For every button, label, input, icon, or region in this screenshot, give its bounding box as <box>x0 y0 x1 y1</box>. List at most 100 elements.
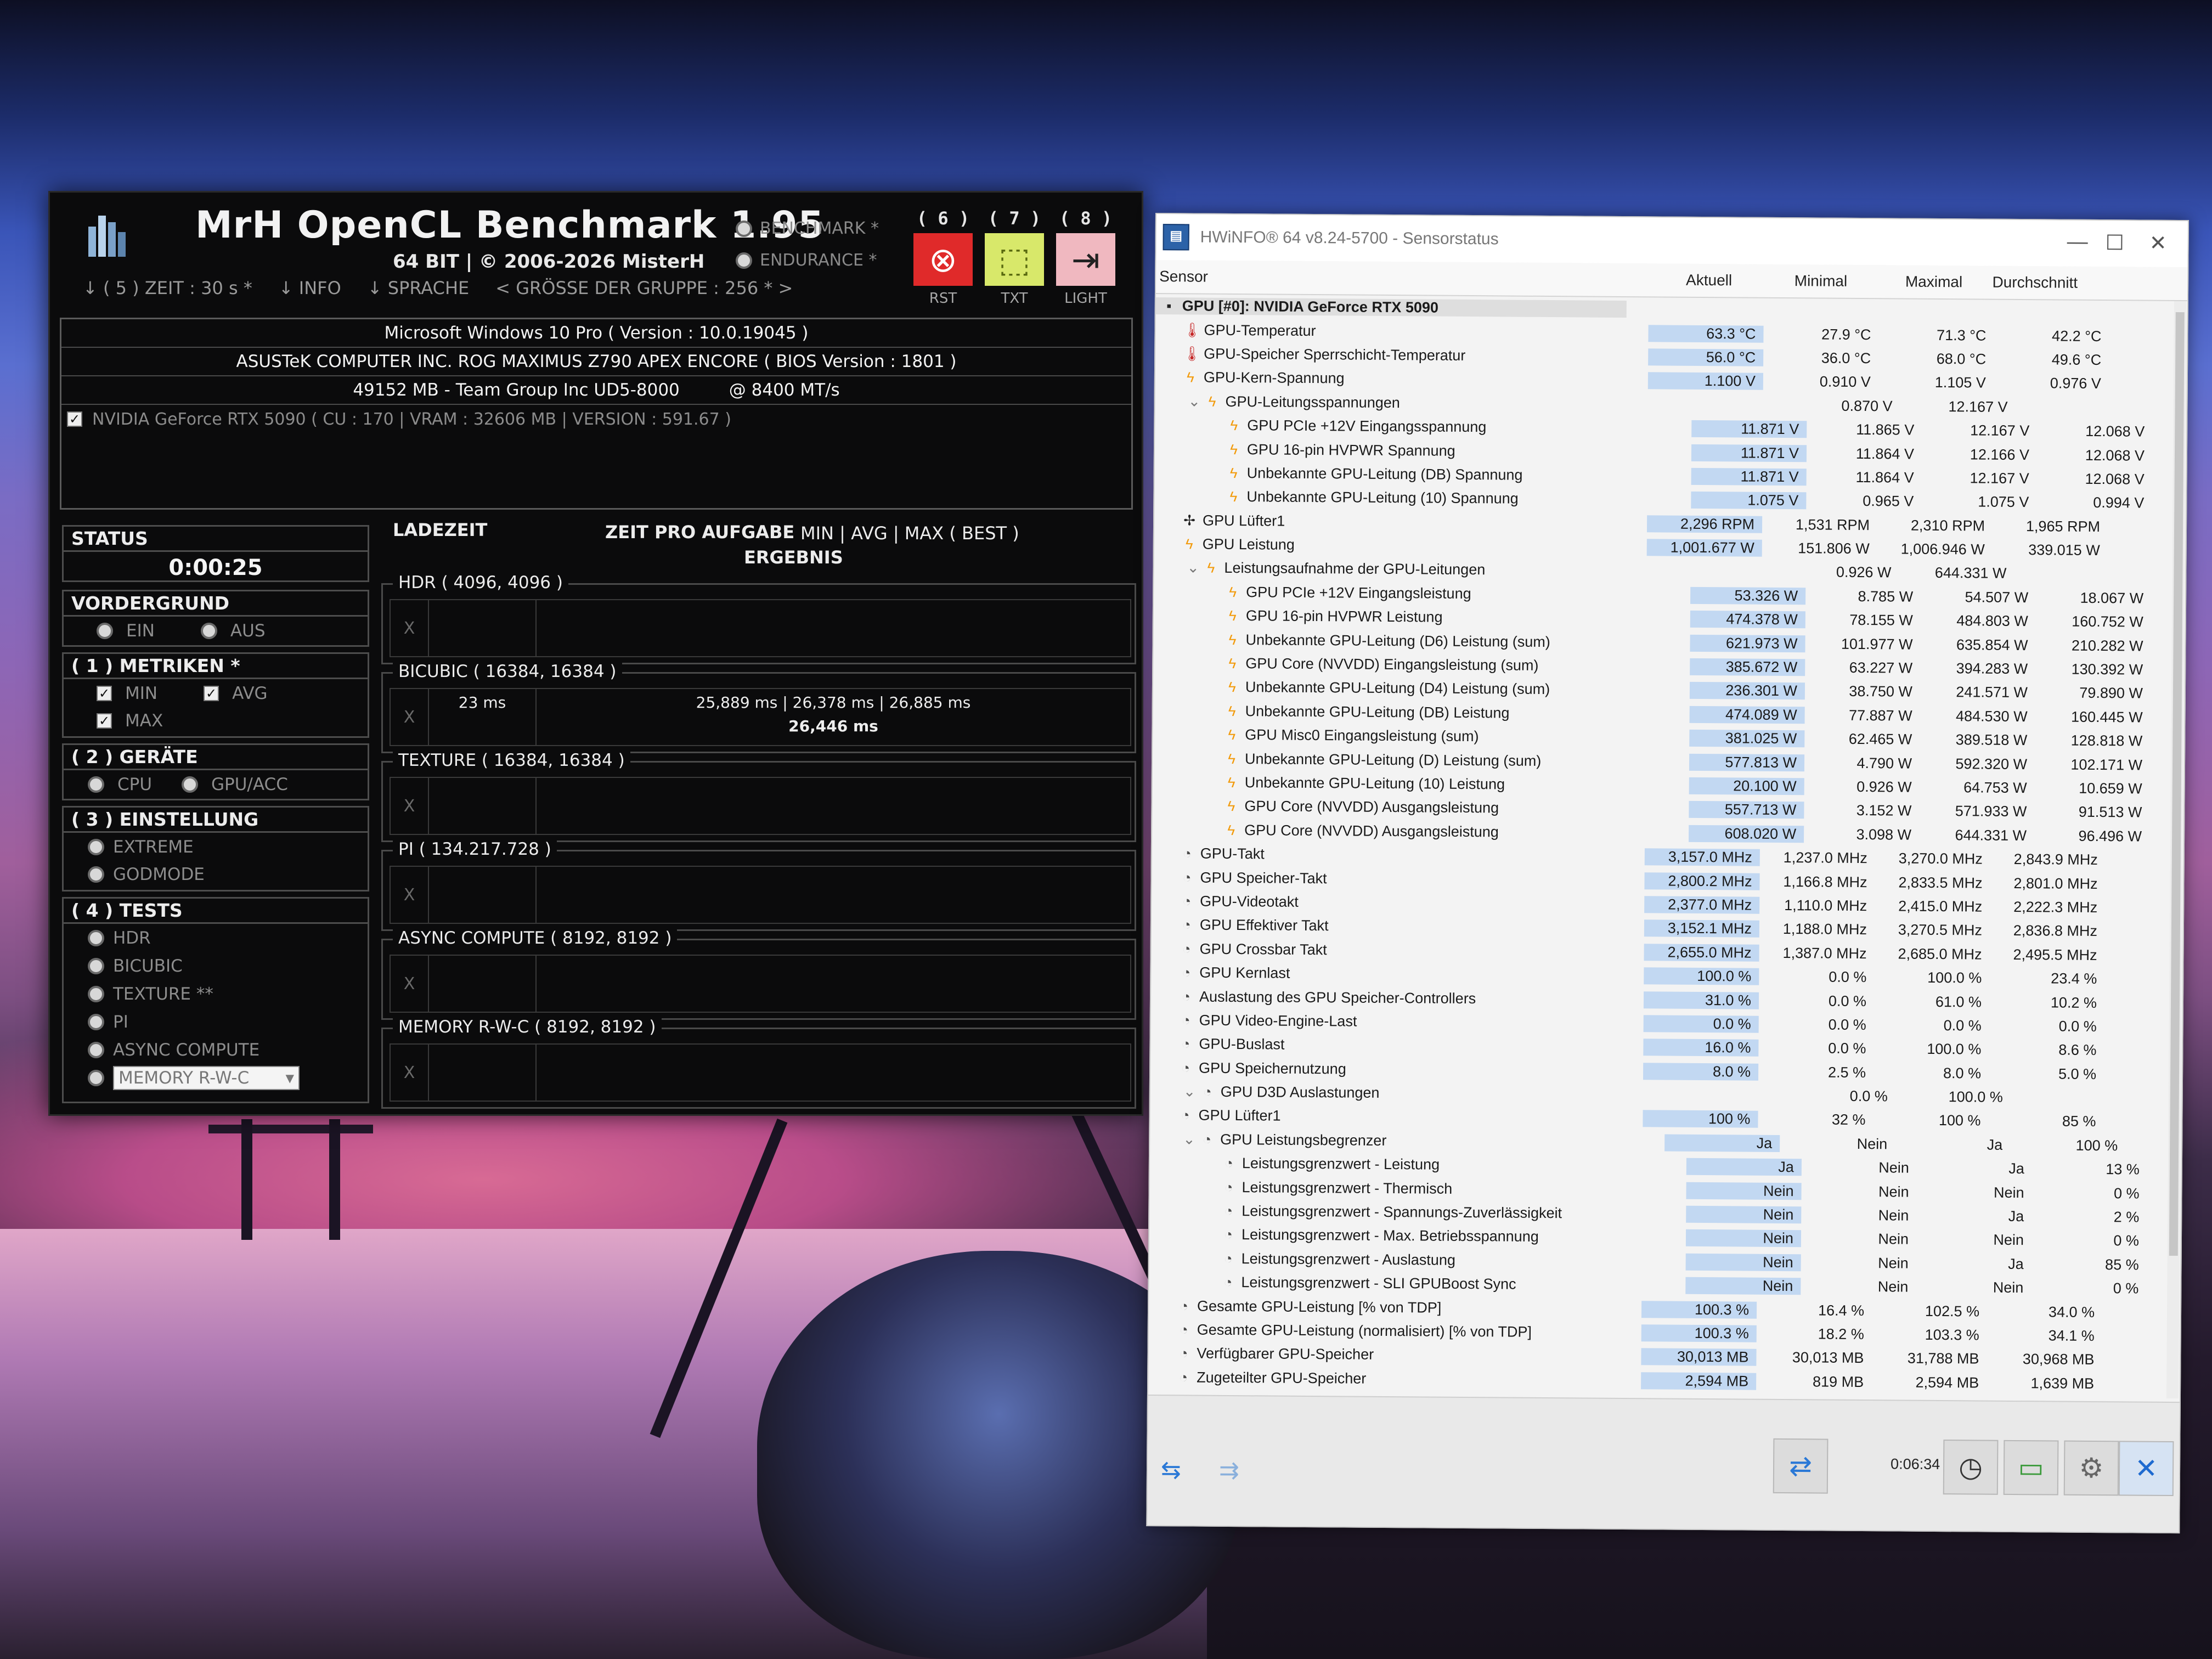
reset-button-caption: RST <box>929 290 957 307</box>
col-avg[interactable]: Durchschnitt <box>1970 266 2085 299</box>
test-async[interactable]: ASYNC COMPUTE <box>64 1036 368 1064</box>
nav-collapse-icon[interactable]: ⇉ <box>1219 1457 1239 1485</box>
task-hdr-x[interactable]: X <box>391 600 429 656</box>
max-value: 2,415.0 MHz <box>1898 898 1983 915</box>
expand-chevron-icon[interactable]: ⌄ <box>1156 297 1161 314</box>
foreground-on-radio[interactable] <box>97 623 113 639</box>
system-info-panel: Microsoft Windows 10 Pro ( Version : 10.… <box>60 318 1133 510</box>
extreme-radio[interactable] <box>88 839 104 855</box>
gear-icon[interactable]: ⚙ <box>2063 1440 2119 1496</box>
avg-value: 49.6 °C <box>2051 351 2102 369</box>
test-memory-select[interactable]: MEMORY R-W-C ▾ <box>113 1065 300 1090</box>
close-icon[interactable]: ✕ <box>2149 231 2167 256</box>
maximize-icon[interactable]: ☐ <box>2106 230 2124 255</box>
report-icon[interactable]: ▭ <box>2003 1440 2059 1496</box>
metrics-group: ( 1 ) METRIKEN * ✓ MIN ✓ AVG ✓ MAX <box>62 652 369 738</box>
test-pi-radio[interactable] <box>88 1013 104 1030</box>
expand-chevron-icon[interactable]: ⌄ <box>1188 393 1204 410</box>
menu-time[interactable]: ↓ ( 5 ) ZEIT : 30 s * <box>83 278 252 298</box>
reset-button[interactable]: ( 6 ) ⊗ RST <box>911 208 975 307</box>
col-current[interactable]: Aktuell <box>1624 263 1740 297</box>
col-max[interactable]: Maximal <box>1855 265 1970 298</box>
current-value: 1,001.677 W <box>1646 539 1762 557</box>
max-value: 1.075 V <box>1978 493 2029 511</box>
sensor-name: GPU-Speicher Sperrschicht-Temperatur <box>1204 345 1466 364</box>
device-gpu-radio[interactable] <box>182 776 199 793</box>
current-value: Nein <box>1686 1205 1802 1224</box>
test-bicubic-radio[interactable] <box>88 957 104 974</box>
sensor-table-body: ⌄ ▪ GPU [#0]: NVIDIA GeForce RTX 5090 🌡 GPU-… <box>1148 294 2176 1398</box>
min-value: 62.465 W <box>1848 731 1912 748</box>
setting-godmode[interactable]: GODMODE <box>64 861 368 888</box>
test-pi[interactable]: PI <box>64 1008 368 1036</box>
minimize-icon[interactable]: — <box>2067 230 2088 254</box>
txt-button[interactable]: ( 7 ) ⬚ TXT <box>983 208 1046 307</box>
setting-extreme[interactable]: EXTREME <box>64 833 368 861</box>
nav-arrows-icon[interactable]: ⇆ <box>1161 1456 1181 1484</box>
light-button[interactable]: ( 8 ) ⇥ LIGHT <box>1054 208 1118 307</box>
test-texture-radio[interactable] <box>88 985 104 1002</box>
min-value: 77.887 W <box>1848 707 1912 724</box>
test-pi-label: PI <box>113 1012 128 1032</box>
min-value: 0.965 V <box>1863 493 1914 510</box>
task-pi-x[interactable]: X <box>391 867 429 923</box>
test-hdr-radio[interactable] <box>88 929 104 946</box>
metric-avg-checkbox[interactable]: ✓ <box>204 686 219 701</box>
test-bicubic[interactable]: BICUBIC <box>64 952 368 980</box>
memory-info-row: 49152 MB - Team Group Inc UD5-8000 @ 840… <box>61 376 1131 405</box>
pier-pole <box>329 1119 340 1240</box>
sensor-name-cell: ϟ GPU Core (NVVDD) Ausgangsleistung <box>1152 821 1689 842</box>
sensor-name-cell: ϟ GPU-Kern-Spannung <box>1155 369 1648 389</box>
expand-chevron-icon[interactable]: ⌄ <box>1183 1083 1200 1100</box>
pier-pole <box>241 1119 252 1240</box>
test-async-radio[interactable] <box>88 1041 104 1058</box>
test-memory-radio[interactable] <box>88 1069 104 1086</box>
col-min[interactable]: Minimal <box>1740 264 1855 297</box>
min-value <box>1742 310 1857 311</box>
network-icon[interactable]: ⇄ <box>1773 1438 1829 1494</box>
metric-min-checkbox[interactable]: ✓ <box>97 686 112 701</box>
gpu-device-row[interactable]: ✓ NVIDIA GeForce RTX 5090 ( CU : 170 | V… <box>61 405 1131 433</box>
menu-group-size[interactable]: < GRÖSSE DER GRUPPE : 256 * > <box>495 278 793 298</box>
foreground-off-radio[interactable] <box>200 623 217 639</box>
bolt-icon: ϟ <box>1228 702 1236 719</box>
test-hdr[interactable]: HDR <box>64 924 368 952</box>
test-texture[interactable]: TEXTURE ** <box>64 980 368 1008</box>
benchmark-radio[interactable] <box>736 220 752 237</box>
bolt-icon: ϟ <box>1228 631 1237 648</box>
clock-icon: ◔ <box>1224 1226 1233 1243</box>
foreground-off-label: AUS <box>230 621 266 641</box>
hwinfo-footer: ⇆ ⇉ ⇄ 0:06:34 ◷ ▭ ⚙ ✕ <box>1147 1394 2180 1533</box>
task-bicubic-x[interactable]: X <box>391 689 429 745</box>
expand-chevron-icon[interactable]: ⌄ <box>1183 1131 1199 1148</box>
godmode-radio[interactable] <box>88 866 104 883</box>
sensor-name-cell: ϟ GPU 16-pin HVPWR Leistung <box>1154 607 1690 628</box>
task-async-x[interactable]: X <box>391 956 429 1012</box>
task-bicubic-load: 23 ms <box>429 689 537 745</box>
metrics-label: ( 1 ) METRIKEN * <box>64 654 368 679</box>
menu-language[interactable]: ↓ SPRACHE <box>368 278 469 298</box>
close-sensors-icon[interactable]: ✕ <box>2118 1441 2174 1497</box>
sensor-name: Leistungsgrenzwert - Auslastung <box>1241 1250 1456 1268</box>
test-memory[interactable]: MEMORY R-W-C ▾ <box>64 1064 368 1092</box>
hwinfo-titlebar[interactable]: ▤ HWiNFO® 64 v8.24-5700 - Sensorstatus —… <box>1156 214 2188 268</box>
metric-max-checkbox[interactable]: ✓ <box>97 713 112 729</box>
task-texture-x[interactable]: X <box>391 778 429 834</box>
mode-benchmark[interactable]: BENCHMARK * <box>736 219 879 238</box>
bolt-icon: ϟ <box>1227 821 1235 838</box>
gpu-checkbox[interactable]: ✓ <box>67 411 82 427</box>
max-value: 12.167 V <box>1970 470 2029 487</box>
mode-endurance[interactable]: ENDURANCE * <box>736 251 877 270</box>
endurance-radio[interactable] <box>736 252 752 269</box>
min-value: Nein <box>1878 1207 1909 1224</box>
col-sensor[interactable]: Sensor <box>1156 260 1624 296</box>
device-cpu-radio[interactable] <box>88 776 104 793</box>
task-hdr-title: HDR ( 4096, 4096 ) <box>393 573 568 592</box>
task-memory-x[interactable]: X <box>391 1045 429 1101</box>
expand-chevron-icon[interactable]: ⌄ <box>1187 560 1203 577</box>
sensor-name: Unbekannte GPU-Leitung (10) Leistung <box>1244 774 1505 793</box>
bolt-icon: ϟ <box>1207 560 1215 577</box>
clock-icon[interactable]: ◷ <box>1943 1440 1999 1495</box>
menu-info[interactable]: ↓ INFO <box>279 278 341 298</box>
avg-value: 8.6 % <box>2058 1041 2097 1059</box>
